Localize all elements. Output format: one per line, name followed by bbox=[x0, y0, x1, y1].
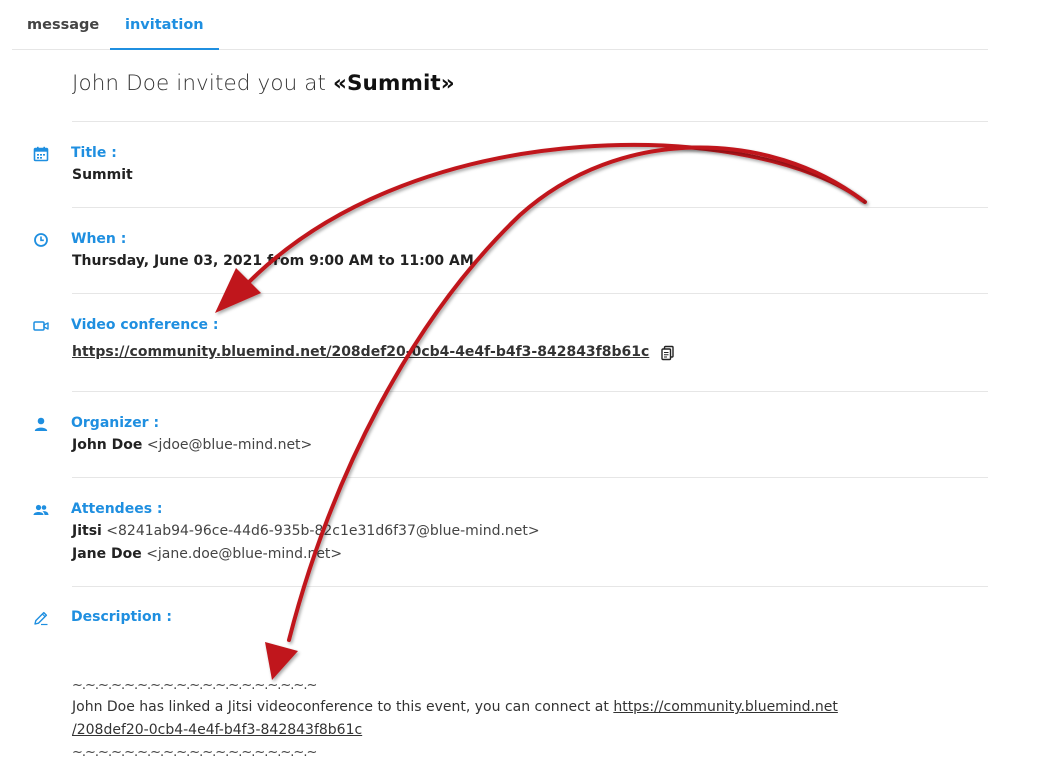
attendee-name: Jitsi bbox=[72, 523, 102, 539]
description-text-line: John Doe has linked a Jitsi videoconfere… bbox=[72, 699, 838, 715]
divider bbox=[72, 207, 988, 208]
attendee-item: Jane Doe <jane.doe@blue-mind.net> bbox=[72, 546, 342, 562]
annotation-arrows bbox=[215, 143, 867, 680]
divider bbox=[72, 391, 988, 392]
title-label: Title : bbox=[71, 145, 117, 161]
tab-bar: message invitation bbox=[12, 0, 988, 50]
calendar-icon bbox=[33, 146, 49, 162]
description-separator: ~.~.~.~.~.~.~.~.~.~.~.~.~.~.~.~.~.~.~ bbox=[72, 678, 317, 693]
when-label: When : bbox=[71, 231, 127, 247]
divider bbox=[72, 121, 988, 122]
organizer-name: John Doe bbox=[72, 437, 143, 453]
attendees-label: Attendees : bbox=[71, 501, 163, 517]
video-conference-link-wrapper: https://community.bluemind.net/208def20-… bbox=[72, 344, 649, 360]
organizer-email: <jdoe@blue-mind.net> bbox=[146, 437, 313, 453]
video-conference-link[interactable]: https://community.bluemind.net/208def20-… bbox=[72, 344, 649, 360]
video-camera-icon bbox=[33, 321, 49, 331]
description-label: Description : bbox=[71, 609, 173, 625]
description-link[interactable]: https://community.bluemind.net bbox=[613, 699, 838, 715]
headline-event-name: «Summit» bbox=[332, 71, 455, 96]
description-link-continued[interactable]: /208def20-0cb4-4e4f-b4f3-842843f8b61c bbox=[72, 722, 362, 738]
invitation-headline: John Doe invited you at «Summit» bbox=[72, 71, 455, 96]
organizer-label: Organizer : bbox=[71, 415, 160, 431]
divider bbox=[72, 293, 988, 294]
when-value: Thursday, June 03, 2021 from 9:00 AM to … bbox=[72, 253, 474, 269]
attendee-email: <8241ab94-96ce-44d6-935b-82c1e31d6f37@bl… bbox=[106, 523, 540, 539]
arrow-to-description bbox=[265, 145, 864, 680]
headline-prefix: John Doe invited you at bbox=[72, 71, 333, 96]
description-separator: ~.~.~.~.~.~.~.~.~.~.~.~.~.~.~.~.~.~.~ bbox=[72, 745, 317, 760]
people-icon bbox=[33, 504, 49, 515]
copy-icon[interactable] bbox=[660, 345, 676, 361]
divider bbox=[72, 586, 988, 587]
invitation-view: message invitation John Doe invited you … bbox=[0, 0, 1047, 769]
attendee-name: Jane Doe bbox=[72, 546, 142, 562]
video-conference-label: Video conference : bbox=[71, 317, 219, 333]
title-value: Summit bbox=[72, 167, 133, 183]
person-icon bbox=[34, 417, 48, 431]
clock-icon bbox=[34, 233, 48, 247]
tab-message[interactable]: message bbox=[12, 17, 114, 48]
attendee-item: Jitsi <8241ab94-96ce-44d6-935b-82c1e31d6… bbox=[72, 523, 540, 539]
arrow-to-video-conference bbox=[215, 143, 867, 313]
description-link-line: /208def20-0cb4-4e4f-b4f3-842843f8b61c bbox=[72, 722, 362, 738]
tab-invitation[interactable]: invitation bbox=[110, 17, 219, 50]
description-text: John Doe has linked a Jitsi videoconfere… bbox=[72, 699, 614, 715]
attendee-email: <jane.doe@blue-mind.net> bbox=[146, 546, 343, 562]
pencil-icon bbox=[34, 611, 48, 626]
divider bbox=[72, 477, 988, 478]
organizer-value: John Doe <jdoe@blue-mind.net> bbox=[72, 437, 312, 453]
